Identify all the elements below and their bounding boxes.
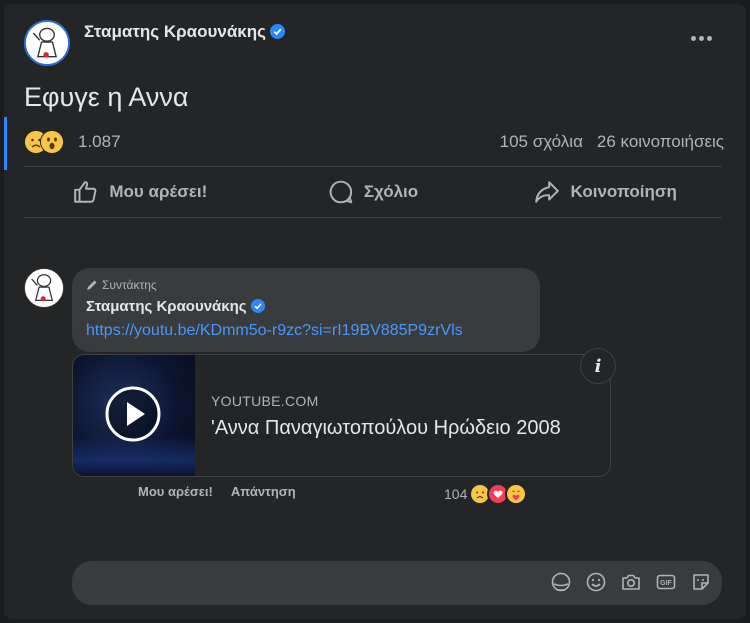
comment-button[interactable]: Σχόλιο: [257, 167, 490, 217]
verified-badge-icon: [270, 24, 285, 39]
link-preview-card[interactable]: YOUTUBE.COM 'Αννα Παναγιωτοπούλου Ηρώδει…: [72, 354, 611, 477]
svg-text:GIF: GIF: [660, 580, 672, 587]
verified-badge-icon: [250, 299, 265, 313]
video-thumbnail[interactable]: [73, 355, 195, 476]
comments-count[interactable]: 105 σχόλια: [500, 132, 583, 151]
post-author-name[interactable]: Σταματης Κραουνάκης: [84, 22, 285, 42]
share-label: Κοινοποίηση: [570, 182, 677, 201]
author-role-badge: Συντάκτης: [86, 278, 157, 292]
author-role-label: Συντάκτης: [102, 278, 157, 292]
sticker-icon[interactable]: [690, 571, 712, 593]
post-reaction-count[interactable]: 1.087: [78, 132, 121, 152]
author-avatar[interactable]: [24, 20, 70, 66]
care-emoji-icon: [505, 483, 528, 505]
avatar-drawing: [26, 22, 68, 64]
composer-tools: GIF: [550, 571, 712, 593]
post-author-name-text[interactable]: Σταματης Κραουνάκης: [84, 22, 266, 41]
comment-reaction-count[interactable]: 104: [444, 486, 467, 502]
play-icon[interactable]: [105, 386, 161, 442]
more-options-icon[interactable]: [686, 28, 716, 48]
emoji-icon[interactable]: [585, 571, 607, 593]
comment-reactions[interactable]: 104: [444, 482, 528, 506]
comment-bubble-icon: [329, 180, 353, 204]
thumbs-up-icon: [74, 181, 97, 203]
comment-author-name[interactable]: Σταματης Κραουνάκης: [86, 298, 265, 315]
comment-actions: Μου αρέσει! Απάντηση: [138, 484, 296, 499]
commenter-avatar[interactable]: [24, 268, 64, 308]
comment-reply-button[interactable]: Απάντηση: [231, 484, 296, 499]
focus-indicator: [4, 117, 7, 170]
like-button[interactable]: Μου αρέσει!: [24, 167, 257, 217]
divider: [24, 217, 722, 218]
shares-count[interactable]: 26 κοινοποιήσεις: [597, 132, 724, 151]
share-button[interactable]: Κοινοποίηση: [489, 167, 722, 217]
card-domain: YOUTUBE.COM: [211, 393, 319, 409]
share-arrow-icon: [535, 181, 560, 203]
comment-author-name-text[interactable]: Σταματης Κραουνάκης: [86, 298, 247, 315]
avatar-drawing: [25, 269, 63, 307]
post-stats: 105 σχόλια 26 κοινοποιήσεις: [500, 132, 724, 152]
card-title[interactable]: 'Αννα Παναγιωτοπούλου Ηρώδειο 2008: [211, 417, 561, 440]
comment-label: Σχόλιο: [363, 182, 419, 201]
gif-icon[interactable]: GIF: [655, 571, 677, 593]
like-label: Μου αρέσει!: [109, 182, 208, 201]
post-reactions-row: 1.087 105 σχόλια 26 κοινοποιήσεις: [24, 129, 724, 155]
comment-bubble: Συντάκτης Σταματης Κραουνάκης https://yo…: [72, 268, 540, 352]
post-action-bar: Μου αρέσει! Σχόλιο Κοινοποίηση: [24, 167, 722, 217]
pencil-icon: [87, 280, 97, 290]
comment-like-button[interactable]: Μου αρέσει!: [138, 484, 213, 499]
comment-composer-input[interactable]: GIF: [72, 561, 722, 605]
avatar-sticker-icon[interactable]: [550, 571, 572, 593]
post-text: Εφυγε η Αννα: [24, 82, 189, 112]
wow-emoji-icon[interactable]: [40, 130, 64, 154]
camera-icon[interactable]: [620, 571, 642, 593]
comment-link[interactable]: https://youtu.be/KDmm5o-r9zc?si=rI19BV88…: [86, 322, 463, 340]
post-card: Σταματης Κραουνάκης Εφυγε η Αννα 1.087 1…: [4, 4, 746, 619]
info-icon[interactable]: i: [580, 348, 616, 384]
thumbnail-stage-lights: [73, 436, 195, 476]
